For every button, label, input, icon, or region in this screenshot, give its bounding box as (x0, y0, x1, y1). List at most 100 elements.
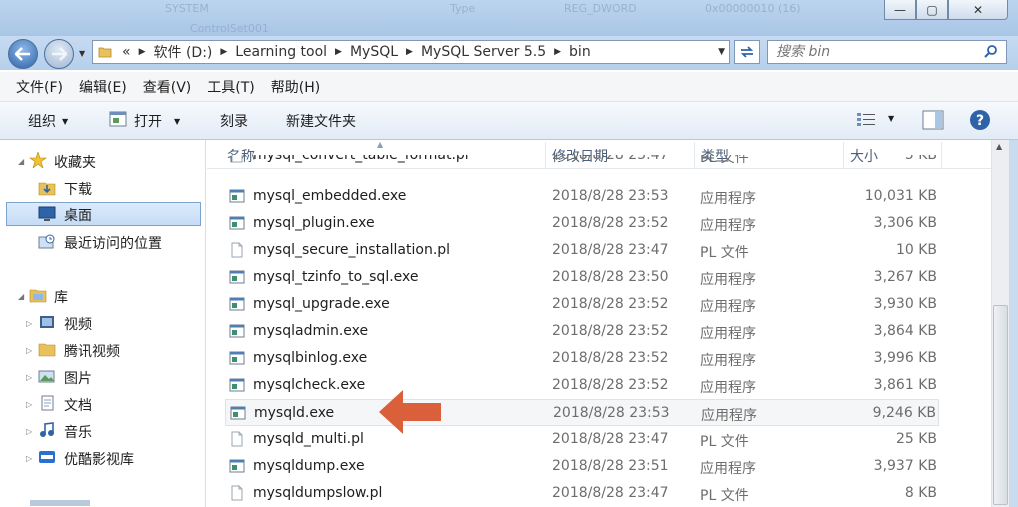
file-size: 3,930 KB (873, 296, 937, 312)
file-type: 应用程序 (700, 299, 756, 315)
file-row[interactable]: mysqlbinlog.exe 2018/8/28 23:52 应用程序 3,996 … (225, 345, 939, 372)
chevron-down-icon[interactable]: ▼ (718, 47, 725, 57)
desktop-icon (38, 206, 56, 221)
breadcrumb-item[interactable]: MySQL (346, 44, 402, 60)
file-row[interactable]: mysqld_multi.pl 2018/8/28 23:47 PL 文件 25 KB (225, 426, 939, 453)
open-app-icon[interactable] (108, 109, 128, 129)
scrollbar-thumb[interactable] (993, 305, 1008, 505)
script-file-icon (231, 485, 243, 501)
nav-downloads[interactable]: 下载 (0, 176, 200, 200)
nav-favorites[interactable]: ◢ 收藏夹 (0, 149, 200, 173)
file-date: 2018/8/28 23:53 (553, 405, 670, 421)
nav-libraries[interactable]: ◢ 库 (0, 284, 200, 308)
collapse-icon[interactable]: ◢ (18, 157, 24, 166)
file-row[interactable]: mysql_tzinfo_to_sql.exe 2018/8/28 23:50 应用… (225, 264, 939, 291)
nav-documents[interactable]: ▷ 文档 (0, 392, 200, 416)
chevron-right-icon[interactable]: ▶ (402, 47, 417, 57)
nav-music[interactable]: ▷ 音乐 (0, 419, 200, 443)
nav-label: 腾讯视频 (64, 344, 120, 360)
forward-button[interactable] (44, 39, 74, 69)
file-row[interactable]: mysqlcheck.exe 2018/8/28 23:52 应用程序 3,861 K… (225, 372, 939, 399)
file-row[interactable]: mysqladmin.exe 2018/8/28 23:52 应用程序 3,864 K… (225, 318, 939, 345)
file-row[interactable]: mysql_secure_installation.pl 2018/8/28 23… (225, 237, 939, 264)
file-date: 2018/8/28 23:47 (552, 155, 669, 163)
search-icon[interactable] (984, 44, 998, 58)
nav-label: 最近访问的位置 (64, 236, 162, 252)
file-list: ▲ 名称 修改日期 类型 大小 mysql_convert_table_form… (207, 140, 991, 507)
file-name: mysql_tzinfo_to_sql.exe (253, 269, 419, 285)
background-ghost-text: ControlSet001 (190, 22, 269, 35)
nav-pictures[interactable]: ▷ 图片 (0, 365, 200, 389)
collapse-icon[interactable]: ◢ (18, 292, 24, 301)
chevron-right-icon[interactable]: ▶ (135, 47, 150, 57)
chevron-right-icon[interactable]: ▶ (331, 47, 346, 57)
help-icon[interactable]: ? (969, 109, 991, 131)
vertical-scrollbar[interactable]: ▲ (991, 140, 1009, 507)
burn-button[interactable]: 刻录 (220, 111, 248, 131)
organize-button[interactable]: 组织 ▼ (28, 111, 68, 131)
application-icon (229, 324, 245, 338)
menu-help[interactable]: 帮助(H) (263, 77, 328, 97)
nav-recent[interactable]: 最近访问的位置 (0, 230, 200, 254)
chevron-right-icon[interactable]: ▶ (550, 47, 565, 57)
close-button[interactable]: ✕ (948, 0, 1008, 20)
breadcrumb-item[interactable]: bin (565, 44, 595, 60)
nav-tencent-video[interactable]: ▷ 腾讯视频 (0, 338, 200, 362)
file-row[interactable]: mysql_embedded.exe 2018/8/28 23:53 应用程序 10,… (225, 183, 939, 210)
search-input[interactable] (768, 41, 968, 63)
file-row[interactable]: mysqldump.exe 2018/8/28 23:51 应用程序 3,937 KB (225, 453, 939, 480)
file-date: 2018/8/28 23:52 (552, 323, 669, 339)
file-row[interactable]: mysql_upgrade.exe 2018/8/28 23:52 应用程序 3,93… (225, 291, 939, 318)
menu-file[interactable]: 文件(F) (8, 77, 71, 97)
breadcrumb-item[interactable]: 软件 (D:) (150, 42, 217, 62)
file-row[interactable]: mysql_plugin.exe 2018/8/28 23:52 应用程序 3,306… (225, 210, 939, 237)
column-divider[interactable] (941, 142, 942, 168)
nav-label: 下载 (64, 182, 92, 198)
file-size: 25 KB (895, 431, 937, 447)
file-type: 应用程序 (700, 272, 756, 288)
nav-label: 库 (54, 290, 68, 306)
expand-icon[interactable]: ▷ (26, 373, 32, 382)
view-dropdown-icon[interactable]: ▼ (888, 114, 894, 123)
new-folder-button[interactable]: 新建文件夹 (286, 111, 356, 131)
expand-icon[interactable]: ▷ (26, 400, 32, 409)
view-options-icon[interactable] (856, 111, 876, 129)
open-button[interactable]: 打开 ▼ (134, 111, 180, 131)
file-date: 2018/8/28 23:47 (552, 242, 669, 258)
maximize-button[interactable]: ▢ (916, 0, 948, 20)
file-date: 2018/8/28 23:52 (552, 296, 669, 312)
minimize-button[interactable]: — (884, 0, 916, 20)
search-box[interactable] (767, 40, 1007, 64)
menu-tools[interactable]: 工具(T) (199, 77, 262, 97)
scroll-up-icon[interactable]: ▲ (996, 142, 1002, 151)
refresh-button[interactable] (734, 40, 760, 64)
file-row[interactable]: mysql_convert_table_format.pl 2018/8/28 2… (225, 155, 939, 169)
expand-icon[interactable]: ▷ (26, 454, 32, 463)
script-file-icon (231, 155, 243, 163)
nav-youku[interactable]: ▷ 优酷影视库 (0, 446, 200, 470)
file-size: 10,031 KB (864, 188, 937, 204)
application-icon (230, 406, 246, 420)
menu-view[interactable]: 查看(V) (135, 77, 200, 97)
nav-desktop[interactable]: 桌面 (6, 202, 201, 226)
expand-icon[interactable]: ▷ (26, 427, 32, 436)
file-name: mysqld_multi.pl (253, 431, 364, 447)
nav-videos[interactable]: ▷ 视频 (0, 311, 200, 335)
breadcrumb-overflow[interactable]: « (118, 44, 135, 60)
recent-pages-dropdown[interactable]: ▼ (79, 49, 85, 58)
chevron-right-icon[interactable]: ▶ (216, 47, 231, 57)
breadcrumb-item[interactable]: Learning tool (231, 44, 331, 60)
address-bar[interactable]: « ▶ 软件 (D:) ▶ Learning tool ▶ MySQL ▶ My… (92, 40, 730, 64)
open-label: 打开 (134, 114, 162, 130)
expand-icon[interactable]: ▷ (26, 346, 32, 355)
preview-pane-icon[interactable] (922, 110, 944, 130)
file-size: 8 KB (904, 485, 937, 501)
breadcrumb-item[interactable]: MySQL Server 5.5 (417, 44, 550, 60)
back-button[interactable] (8, 39, 38, 69)
menu-edit[interactable]: 编辑(E) (71, 77, 135, 97)
expand-icon[interactable]: ▷ (26, 319, 32, 328)
file-name: mysql_convert_table_format.pl (253, 155, 469, 163)
file-row[interactable]: mysqldumpslow.pl 2018/8/28 23:47 PL 文件 8 KB (225, 480, 939, 507)
application-icon (229, 297, 245, 311)
file-row[interactable]: mysqld.exe 2018/8/28 23:53 应用程序 9,246 KB (225, 399, 939, 426)
